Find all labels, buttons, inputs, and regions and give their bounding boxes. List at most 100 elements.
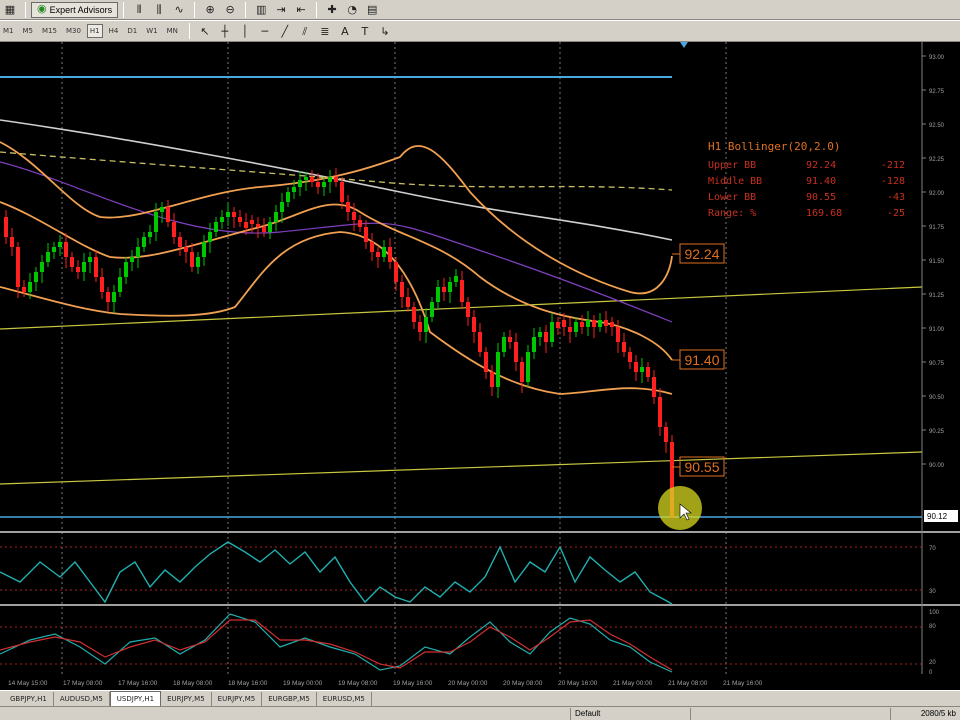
bear-candle [592,320,596,327]
candlestick-icon[interactable]: ⫼ [151,2,167,18]
timeframe-m15[interactable]: M15 [39,24,60,38]
bear-candle [76,267,80,272]
equidistant-channel-icon[interactable]: ⫽ [297,23,313,39]
bar-chart-icon-glyph: ⫴ [136,3,142,16]
timeframe-h4[interactable]: H4 [106,24,122,38]
chart-tab-5[interactable]: EURGBP,M5 [262,692,317,706]
bear-candle [604,320,608,326]
toolbar-separator [188,23,190,39]
bear-candle [406,297,410,307]
bear-candle [172,222,176,237]
bull-candle [82,262,86,272]
bull-candle [208,232,212,242]
tile-windows-icon[interactable]: ▥ [253,2,269,18]
chart-tab-3[interactable]: EURJPY,M5 [161,692,212,706]
cursor-icon[interactable]: ↖ [197,23,213,39]
toolbar-separator [25,1,26,18]
bear-candle [472,317,476,332]
timeframe-h1[interactable]: H1 [86,24,103,38]
new-chart-icon[interactable]: ▦ [2,2,18,18]
indicators-icon[interactable]: ✚ [324,2,340,18]
cursor-icon-glyph: ↖ [200,24,210,38]
bear-candle [358,220,362,227]
bull-candle [46,252,50,262]
bear-candle [364,227,368,242]
expert-advisors-label: Expert Advisors [49,4,113,15]
timeframe-mn[interactable]: MN [164,24,181,38]
usdjpy-h1-chart[interactable]: 92.24 91.40 90.55 H1 Bollinger(20,2.0) Uppe… [0,42,960,690]
vertical-line-icon[interactable]: │ [237,23,253,39]
timeframe-d1[interactable]: D1 [124,24,140,38]
toolbar-separator [245,1,247,18]
bull-candle [454,276,458,282]
autoscroll-icon[interactable]: ⇥ [273,2,289,18]
timeframe-m1[interactable]: M1 [0,24,17,38]
chart-tab-2[interactable]: USDJPY,H1 [109,691,162,706]
bull-candle [58,242,62,247]
bull-candle [112,292,116,302]
bull-candle [298,180,302,187]
rsi-axis-label: 70 [929,546,936,552]
chart-shift-icon[interactable]: ⇤ [293,2,309,18]
bear-candle [664,427,668,442]
text-icon[interactable]: A [337,23,353,39]
price-tick-label: 91.00 [929,327,945,333]
zoom-out-icon[interactable]: ⊖ [222,2,238,18]
text-label-icon[interactable]: T [357,23,373,39]
vertical-line-icon-glyph: │ [241,24,249,38]
bear-candle [262,227,266,232]
fibonacci-icon[interactable]: ≣ [317,23,333,39]
crosshair-icon[interactable]: ┼ [217,23,233,39]
chart-tab-1[interactable]: AUDUSD,M5 [54,692,110,706]
bull-candle [448,282,452,292]
expert-advisors-button[interactable]: ◉ Expert Advisors [31,1,119,18]
bull-candle [430,302,434,317]
bar-chart-icon[interactable]: ⫴ [131,2,147,18]
templates-icon-glyph: ▤ [366,3,378,16]
bear-candle [490,372,494,387]
bear-candle [316,182,320,187]
bull-candle [88,257,92,262]
status-traffic: 2080/5 kb [890,707,960,720]
bull-candle [196,257,200,267]
bull-candle [40,262,44,272]
bear-candle [520,362,524,382]
chart-shift-icon-glyph: ⇤ [296,3,306,16]
timeframe-m30[interactable]: M30 [63,24,84,38]
price-tick-label: 90.75 [929,361,945,367]
tile-windows-icon-glyph: ▥ [255,3,267,16]
stoch-axis-label: 80 [929,624,936,630]
indicator-row-value: 90.55 [806,192,836,203]
fibonacci-icon-glyph: ≣ [320,24,330,38]
timeframe-w1[interactable]: W1 [143,24,160,38]
zoom-in-icon[interactable]: ⊕ [202,2,218,18]
chart-tab-0[interactable]: GBPJPY,H1 [4,692,54,706]
trendline-icon[interactable]: ╱ [277,23,293,39]
zoom-in-icon-glyph: ⊕ [205,3,215,16]
line-chart-icon[interactable]: ∿ [171,2,187,18]
bear-candle [616,327,620,342]
bear-candle [514,342,518,362]
metatrader-window: ▦ ◉ Expert Advisors ⫴ ⫼ ∿ ⊕ ⊖ ▥ ⇥ ⇤ ✚ ◔ ▤ M1 M5 M15 M30 H… [0,0,960,720]
crosshair-icon-glyph: ┼ [221,24,229,38]
bull-candle [640,367,644,372]
bull-candle [586,320,590,327]
bear-candle [244,222,248,228]
chart-tab-6[interactable]: EURUSD,M5 [317,692,372,706]
time-tick-label: 19 May 08:00 [338,680,378,687]
bear-candle [442,287,446,292]
templates-icon[interactable]: ▤ [364,2,380,18]
bull-candle [160,207,164,212]
bull-candle [532,337,536,352]
timeframe-m5[interactable]: M5 [20,24,37,38]
periods-icon-glyph: ◔ [347,3,357,16]
bear-candle [376,252,380,257]
chart-tab-4[interactable]: EURJPY,M5 [212,692,263,706]
indicator-row-value: 92.24 [806,160,836,171]
horizontal-line-icon[interactable]: ─ [257,23,273,39]
arrows-icon[interactable]: ↳ [377,23,393,39]
time-tick-label: 21 May 16:00 [723,680,763,687]
bull-candle [322,182,326,187]
periods-icon[interactable]: ◔ [344,2,360,18]
indicator-row-label: Lower BB [708,192,756,203]
